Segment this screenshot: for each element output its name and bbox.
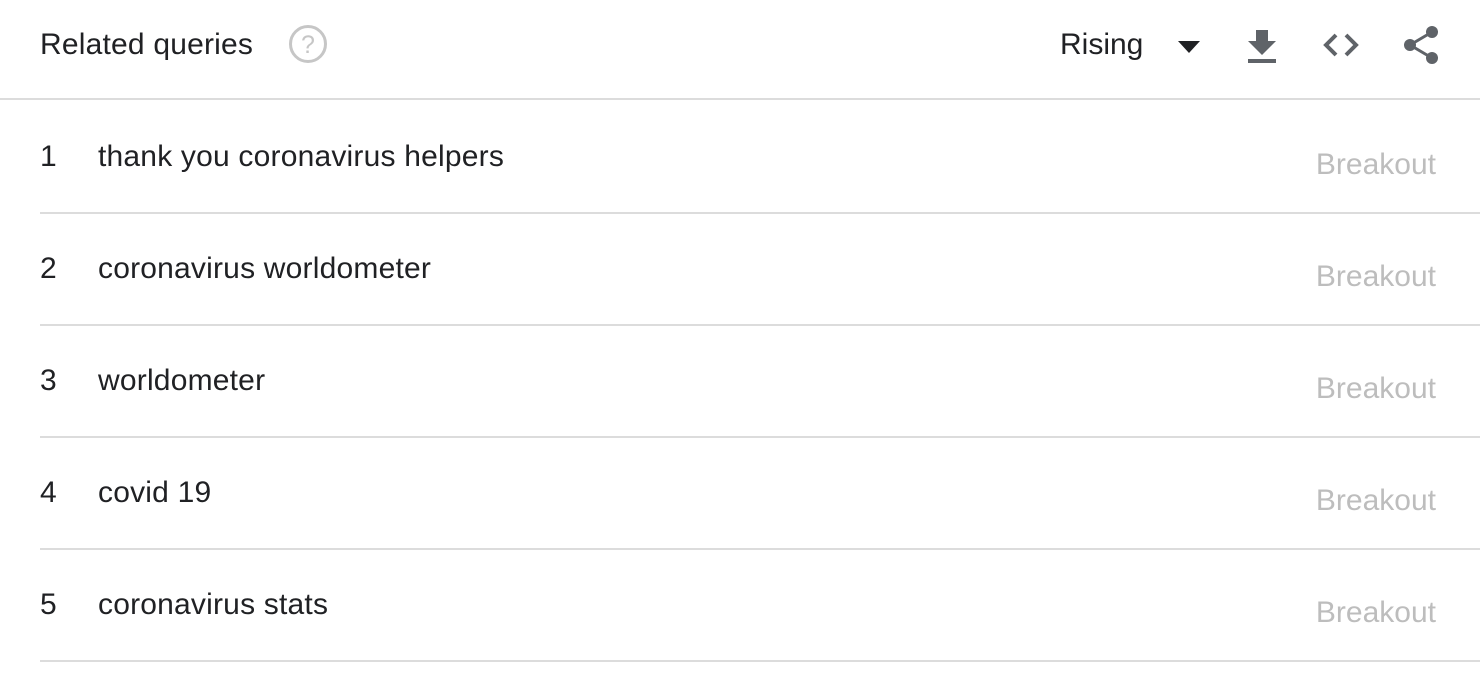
sort-select[interactable]: Rising <box>1058 24 1208 68</box>
share-icon[interactable] <box>1401 25 1441 65</box>
query-text[interactable]: worldometer <box>98 363 265 399</box>
query-value: Breakout <box>1315 372 1436 405</box>
query-text[interactable]: covid 19 <box>98 475 211 511</box>
list-item[interactable]: 3 worldometer Breakout <box>40 326 1480 438</box>
embed-code-icon[interactable] <box>1321 25 1361 65</box>
widget-title: Related queries <box>40 28 254 61</box>
query-text[interactable]: coronavirus stats <box>98 587 328 623</box>
query-value: Breakout <box>1315 148 1436 181</box>
query-rank: 3 <box>40 364 57 397</box>
arrow-drop-down-icon <box>1178 40 1200 53</box>
query-value: Breakout <box>1315 260 1436 293</box>
widget-header: Related queries ? Rising <box>0 0 1480 100</box>
query-text[interactable]: thank you coronavirus helpers <box>98 139 504 175</box>
query-value: Breakout <box>1315 484 1436 517</box>
sort-select-value: Rising <box>1060 28 1144 61</box>
help-icon[interactable]: ? <box>288 24 328 64</box>
query-value: Breakout <box>1315 596 1436 629</box>
list-item[interactable]: 1 thank you coronavirus helpers Breakout <box>40 102 1480 214</box>
svg-text:?: ? <box>301 31 315 59</box>
list-item[interactable]: 2 coronavirus worldometer Breakout <box>40 214 1480 326</box>
query-rank: 1 <box>40 140 57 173</box>
query-rank: 4 <box>40 476 57 509</box>
list-item[interactable]: 5 coronavirus stats Breakout <box>40 550 1480 662</box>
download-icon[interactable] <box>1242 25 1282 65</box>
query-text[interactable]: coronavirus worldometer <box>98 251 431 287</box>
query-rank: 5 <box>40 588 57 621</box>
query-rank: 2 <box>40 252 57 285</box>
related-queries-list: 1 thank you coronavirus helpers Breakout… <box>40 102 1480 662</box>
list-item[interactable]: 4 covid 19 Breakout <box>40 438 1480 550</box>
